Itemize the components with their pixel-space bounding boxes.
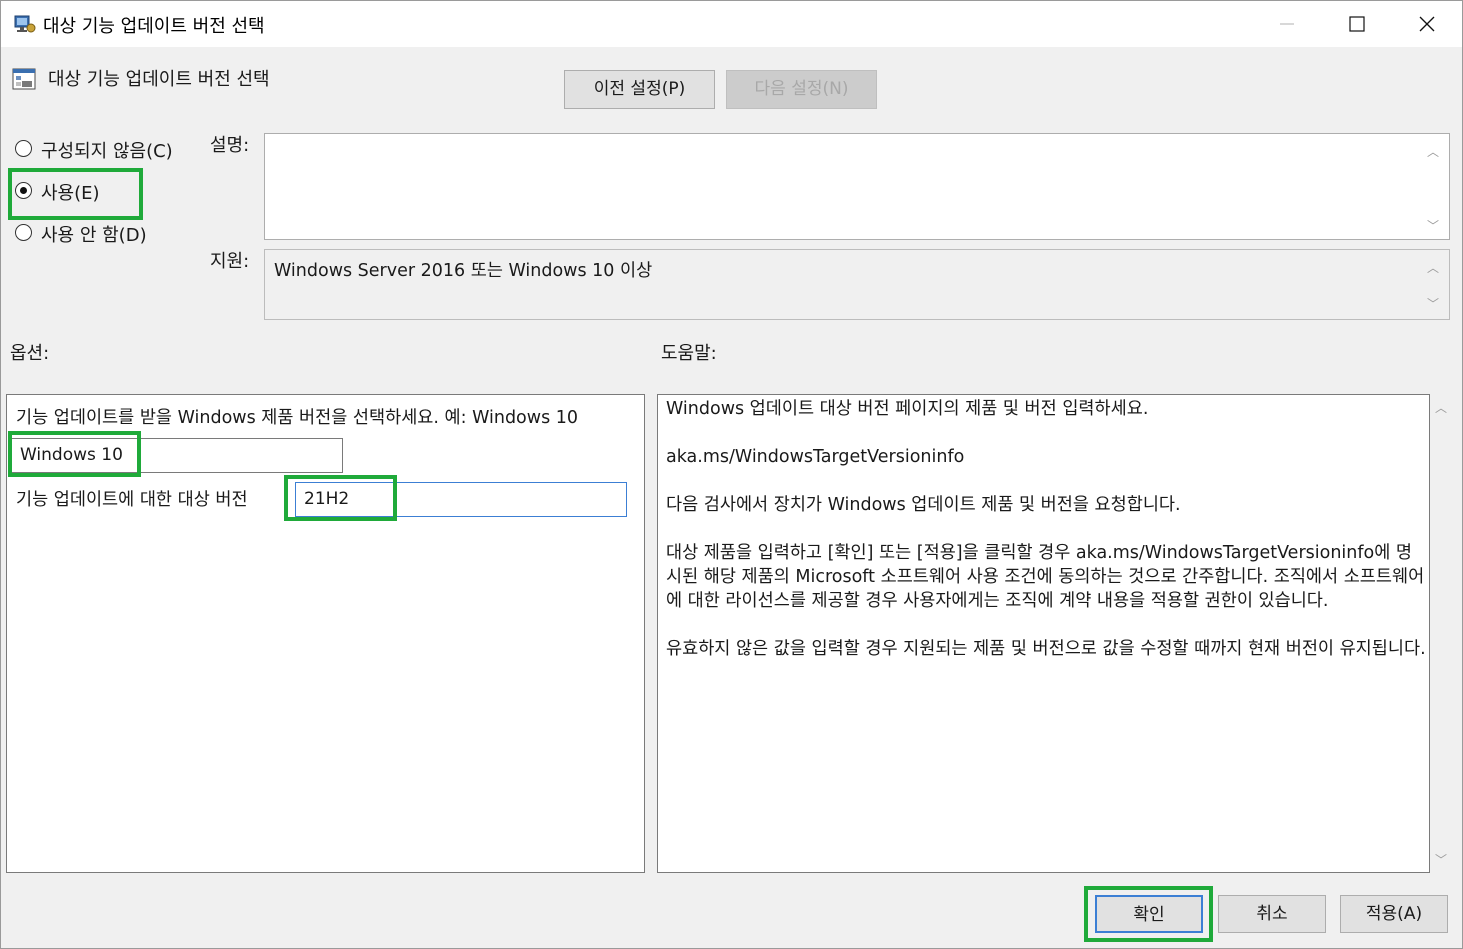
supported-label: 지원: bbox=[210, 251, 250, 272]
help-paragraph: 유효하지 않은 값을 입력할 경우 지원되는 제품 및 버전으로 값을 수정할 … bbox=[666, 639, 1426, 659]
cancel-button[interactable]: 취소 bbox=[1218, 895, 1326, 933]
comment-textarea[interactable] bbox=[264, 133, 1450, 240]
policy-dialog: 대상 기능 업데이트 버전 선택 대상 기능 업데이트 버전 선택 이전 설정(… bbox=[0, 0, 1463, 949]
product-prompt: 기능 업데이트를 받을 Windows 제품 버전을 선택하세요. 예: Win… bbox=[16, 408, 579, 428]
scroll-down-icon[interactable]: ﹀ bbox=[1435, 851, 1452, 868]
title-bar: 대상 기능 업데이트 버전 선택 bbox=[1, 1, 1462, 47]
scroll-down-icon[interactable]: ﹀ bbox=[1427, 217, 1452, 234]
minimize-icon bbox=[1280, 23, 1294, 25]
highlight-product-input bbox=[8, 431, 141, 477]
maximize-icon bbox=[1349, 16, 1365, 32]
help-paragraph: 다음 검사에서 장치가 Windows 업데이트 제품 및 버전을 요청합니다. bbox=[666, 495, 1181, 515]
scroll-up-icon[interactable]: ︿ bbox=[1427, 259, 1452, 276]
close-icon bbox=[1419, 16, 1435, 32]
options-label: 옵션: bbox=[10, 343, 50, 364]
radio-label: 구성되지 않음(C) bbox=[41, 141, 173, 162]
help-panel: Windows 업데이트 대상 버전 페이지의 제품 및 버전 입력하세요. a… bbox=[657, 394, 1430, 873]
highlight-enabled-option bbox=[8, 168, 143, 220]
radio-circle bbox=[15, 224, 32, 241]
maximize-button[interactable] bbox=[1323, 1, 1391, 47]
radio-circle bbox=[15, 140, 32, 157]
minimize-button[interactable] bbox=[1253, 1, 1321, 47]
highlight-ok-button bbox=[1084, 886, 1213, 942]
next-setting-button[interactable]: 다음 설정(N) bbox=[726, 70, 877, 109]
supported-on-text: Windows Server 2016 또는 Windows 10 이상 bbox=[274, 261, 653, 281]
policy-setting-icon bbox=[12, 67, 36, 95]
scroll-up-icon[interactable]: ︿ bbox=[1427, 143, 1452, 160]
comment-label: 설명: bbox=[210, 135, 250, 156]
help-text: Windows 업데이트 대상 버전 페이지의 제품 및 버전 입력하세요. a… bbox=[666, 397, 1428, 685]
supported-on-box: Windows Server 2016 또는 Windows 10 이상 bbox=[264, 249, 1450, 320]
help-paragraph: Windows 업데이트 대상 버전 페이지의 제품 및 버전 입력하세요. bbox=[666, 399, 1149, 419]
help-paragraph: 대상 제품을 입력하고 [확인] 또는 [적용]을 클릭할 경우 aka.ms/… bbox=[666, 543, 1425, 611]
radio-label: 사용 안 함(D) bbox=[41, 225, 147, 246]
close-button[interactable] bbox=[1393, 1, 1461, 47]
scroll-down-icon[interactable]: ﹀ bbox=[1427, 295, 1452, 312]
scroll-up-icon[interactable]: ︿ bbox=[1435, 399, 1452, 416]
help-paragraph: aka.ms/WindowsTargetVersioninfo bbox=[666, 447, 965, 467]
highlight-target-version-input bbox=[284, 475, 397, 521]
previous-setting-button[interactable]: 이전 설정(P) bbox=[564, 70, 715, 109]
apply-button[interactable]: 적용(A) bbox=[1340, 895, 1448, 933]
policy-name: 대상 기능 업데이트 버전 선택 bbox=[48, 69, 270, 90]
group-policy-app-icon bbox=[13, 13, 37, 39]
window-title: 대상 기능 업데이트 버전 선택 bbox=[43, 16, 265, 37]
target-version-label: 기능 업데이트에 대한 대상 버전 bbox=[16, 490, 248, 510]
help-label: 도움말: bbox=[661, 343, 717, 364]
